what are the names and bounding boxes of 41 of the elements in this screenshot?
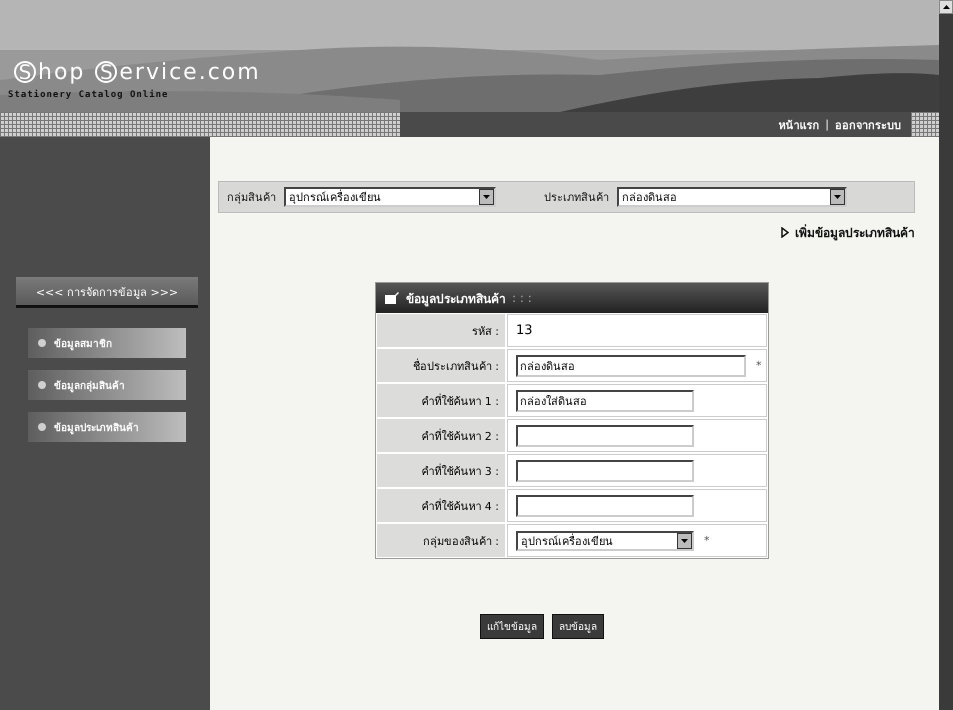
sidebar-item[interactable]: ข้อมูลกลุ่มสินค้า — [28, 370, 186, 400]
bullet-icon — [38, 381, 46, 389]
sidebar-item[interactable]: ข้อมูลประเภทสินค้า — [28, 412, 186, 442]
input-field[interactable]: กล่องดินสอ — [516, 354, 746, 376]
nav-link[interactable]: ออกจากระบบ — [835, 116, 901, 134]
filter-label: กลุ่มสินค้า — [227, 190, 276, 206]
field-label: คำที่ใช้ค้นหา 1 : — [377, 384, 505, 417]
tagline: Stationery Catalog Online — [8, 90, 168, 100]
field-label: รหัส : — [377, 314, 505, 347]
scroll-up-icon[interactable] — [939, 0, 953, 14]
add-link[interactable]: เพิ่มข้อมูลประเภทสินค้า — [781, 223, 915, 242]
input-field[interactable] — [516, 460, 694, 482]
grid-pattern — [911, 112, 939, 137]
dropdown[interactable]: อุปกรณ์เครื่องเขียน — [516, 530, 694, 550]
filter-label: ประเภทสินค้า — [544, 190, 609, 206]
field-label: คำที่ใช้ค้นหา 4 : — [377, 489, 505, 522]
input-field[interactable] — [516, 424, 694, 446]
input-field[interactable]: กล่องใส่ดินสอ — [516, 390, 694, 412]
form-button[interactable]: แก้ไขข้อมูล — [480, 614, 544, 639]
field-label: ชื่อประเภทสินค้า : — [377, 349, 505, 382]
field-label: กลุ่มของสินค้า : — [377, 524, 505, 557]
title-suffix: : : : — [512, 291, 532, 305]
field-label: คำที่ใช้ค้นหา 3 : — [377, 454, 505, 487]
edit-icon — [384, 291, 400, 305]
input-field[interactable] — [516, 494, 694, 516]
field-label: คำที่ใช้ค้นหา 2 : — [377, 419, 505, 452]
field-value: 13 — [516, 323, 533, 338]
required-mark: * — [704, 534, 710, 547]
sidebar-title: <<< การจัดการข้อมูล >>> — [16, 277, 198, 308]
bullet-icon — [38, 423, 46, 431]
form-button[interactable]: ลบข้อมูล — [552, 614, 604, 639]
dropdown[interactable]: กล่องดินสอ — [617, 187, 847, 207]
sidebar-item[interactable]: ข้อมูลสมาชิก — [28, 328, 186, 358]
scrollbar[interactable] — [939, 0, 953, 710]
nav-separator: | — [825, 118, 829, 131]
form-title: ข้อมูลประเภทสินค้า — [406, 290, 506, 308]
bullet-icon — [38, 339, 46, 347]
triangle-icon — [781, 227, 789, 238]
dropdown[interactable]: อุปกรณ์เครื่องเขียน — [284, 187, 496, 207]
required-mark: * — [756, 359, 762, 372]
nav-link[interactable]: หน้าแรก — [778, 116, 820, 134]
